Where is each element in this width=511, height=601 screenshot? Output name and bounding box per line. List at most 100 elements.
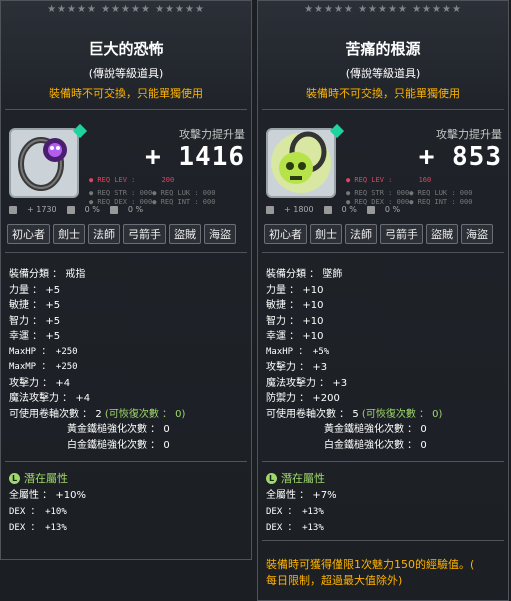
item-tooltip-giant-horror: ★★★★★ ★★★★★ ★★★★★ 巨大的恐怖 (傳說等級道具) 裝備時不可交換… bbox=[0, 0, 252, 560]
job-list: 初心者 劍士 法師 弓箭手 盜賊 海盜 bbox=[258, 224, 508, 244]
stat-scroll-slots: 可使用卷軸次數 ： 5 (可恢復次數 ： 0) bbox=[266, 407, 500, 423]
item-tooltip-source-of-pain: ★★★★★ ★★★★★ ★★★★★ 苦痛的根源 (傳說等級道具) 裝備時不可交換… bbox=[257, 0, 509, 601]
charm-note-line-2: 每日限制，超過最大值除外) bbox=[266, 574, 403, 587]
stat-attack: 攻擊力 ： +3 bbox=[266, 362, 328, 373]
stat-category: 裝備分類 ： 墜飾 bbox=[266, 269, 343, 280]
mini-stats: + 1730 0 % 0 % bbox=[9, 205, 143, 214]
divider bbox=[262, 461, 504, 462]
stat-str: 力量 ： +5 bbox=[9, 284, 61, 296]
divider bbox=[262, 252, 504, 253]
charm-exp-note: 裝備時可獲得僅限1次魅力150的經驗值。( 每日限制，超過最大值除外) bbox=[258, 551, 508, 595]
attack-gain-label: 攻擊力提升量 bbox=[179, 128, 245, 141]
job-mage: 法師 bbox=[88, 224, 120, 244]
attack-gain-value: + 1416 bbox=[145, 142, 245, 172]
job-list: 初心者 劍士 法師 弓箭手 盜賊 海盜 bbox=[1, 224, 251, 244]
req-level-value: 160 bbox=[418, 176, 432, 184]
mini-stat-percent-a: 0 % bbox=[84, 205, 100, 214]
scroll-slots-text: 可使用卷軸次數 ： 5 bbox=[266, 408, 359, 420]
potential-grade-icon: L bbox=[266, 472, 277, 484]
req-level: ● REQ LEV : 160 bbox=[346, 176, 431, 184]
potential-line-3: DEX ： +13% bbox=[266, 523, 324, 533]
req-level-label: ● REQ LEV : bbox=[346, 176, 393, 184]
sword-icon bbox=[266, 205, 274, 214]
equip-warning: 裝備時不可交換，只能單獨使用 bbox=[306, 87, 460, 100]
job-beginner: 初心者 bbox=[7, 224, 50, 244]
job-bowman: 弓箭手 bbox=[123, 224, 166, 244]
potential-grade-icon: L bbox=[9, 472, 20, 484]
job-pirate: 海盜 bbox=[461, 224, 493, 244]
potential-lines: 全屬性 ： +10% DEX ： +10% DEX ： +13% bbox=[1, 486, 251, 536]
potential-header: L 潛在屬性 bbox=[258, 470, 508, 486]
scroll-slots-text: 可使用卷軸次數 ： 2 bbox=[9, 408, 102, 420]
equip-warning: 裝備時不可交換，只能單獨使用 bbox=[49, 87, 203, 100]
job-thief: 盜賊 bbox=[426, 224, 458, 244]
potential-line-1: 全屬性 ： +7% bbox=[266, 490, 337, 501]
potential-lines: 全屬性 ： +7% DEX ： +13% DEX ： +13% bbox=[258, 486, 508, 536]
item-grade: (傳說等級道具) bbox=[88, 67, 164, 80]
stat-platinum-hammer: 白金鐵槌強化次數 ： 0 bbox=[324, 439, 427, 451]
item-summary: 攻擊力提升量 + 1416 ● REQ LEV : 200 ● REQ STR … bbox=[1, 118, 251, 210]
mini-stat-attack: + 1730 bbox=[27, 205, 57, 214]
stat-defense: 防禦力 ： +200 bbox=[266, 393, 340, 404]
job-beginner: 初心者 bbox=[264, 224, 307, 244]
stat-magic-attack: 魔法攻擊力 ： +3 bbox=[266, 377, 348, 389]
item-title: 苦痛的根源 bbox=[345, 40, 421, 58]
req-str-luk: ● REQ STR : 000● REQ LUK : 000 bbox=[346, 189, 473, 197]
stat-dex: 敏捷 ： +10 bbox=[266, 300, 324, 311]
potential-header: L 潛在屬性 bbox=[1, 470, 251, 486]
stat-luk: 幸運 ： +10 bbox=[266, 331, 324, 342]
item-summary: 攻擊力提升量 + 853 ● REQ LEV : 160 ● REQ STR :… bbox=[258, 118, 508, 210]
potential-line-3: DEX ： +13% bbox=[9, 523, 67, 533]
job-thief: 盜賊 bbox=[169, 224, 201, 244]
stat-attack: 攻擊力 ： +4 bbox=[9, 377, 71, 389]
sword-icon bbox=[9, 205, 17, 214]
item-title: 巨大的恐怖 bbox=[88, 40, 164, 58]
stat-category: 裝備分類 ： 戒指 bbox=[9, 269, 86, 280]
shield-icon bbox=[109, 205, 118, 214]
star-force-row: ★★★★★ ★★★★★ ★★★★★ bbox=[47, 4, 205, 15]
potential-line-1: 全屬性 ： +10% bbox=[9, 490, 86, 501]
job-mage: 法師 bbox=[345, 224, 377, 244]
job-warrior: 劍士 bbox=[53, 224, 85, 244]
req-level: ● REQ LEV : 200 bbox=[89, 176, 174, 184]
mini-stat-percent-a: 0 % bbox=[341, 205, 357, 214]
job-pirate: 海盜 bbox=[204, 224, 236, 244]
attack-gain-value: + 853 bbox=[418, 142, 502, 172]
stat-gold-hammer: 黃金鐵槌強化次數 ： 0 bbox=[67, 424, 170, 435]
stat-maxhp: MaxHP ： +250 bbox=[9, 346, 78, 357]
stat-gold-hammer: 黃金鐵槌強化次數 ： 0 bbox=[324, 424, 427, 435]
mini-stats: + 1800 0 % 0 % bbox=[266, 205, 400, 214]
potential-line-2: DEX ： +10% bbox=[9, 507, 67, 517]
stat-luk: 幸運 ： +5 bbox=[9, 331, 61, 342]
scroll-recover-text: (可恢復次數 ： 0) bbox=[361, 408, 443, 420]
stat-maxmp: MaxMP ： +250 bbox=[9, 362, 78, 372]
stat-int: 智力 ： +5 bbox=[9, 315, 61, 327]
star-force-row: ★★★★★ ★★★★★ ★★★★★ bbox=[304, 4, 462, 15]
job-bowman: 弓箭手 bbox=[380, 224, 423, 244]
shield-icon bbox=[366, 205, 375, 214]
stat-str: 力量 ： +10 bbox=[266, 284, 324, 296]
mini-stat-attack: + 1800 bbox=[284, 205, 314, 214]
stat-platinum-hammer: 白金鐵槌強化次數 ： 0 bbox=[67, 439, 170, 451]
potential-title: 潛在屬性 bbox=[281, 472, 325, 485]
ring-icon bbox=[9, 123, 88, 198]
potential-line-2: DEX ： +13% bbox=[266, 507, 324, 517]
req-level-value: 200 bbox=[161, 176, 175, 184]
stat-dex: 敏捷 ： +5 bbox=[9, 300, 61, 311]
divider bbox=[5, 109, 247, 110]
stat-magic-attack: 魔法攻擊力 ： +4 bbox=[9, 393, 91, 404]
charm-note-line-1: 裝備時可獲得僅限1次魅力150的經驗值。( bbox=[266, 558, 475, 571]
skull-pendant-icon bbox=[266, 123, 345, 198]
potential-title: 潛在屬性 bbox=[24, 472, 68, 485]
stat-scroll-slots: 可使用卷軸次數 ： 2 (可恢復次數 ： 0) bbox=[9, 407, 243, 423]
stat-maxhp: MaxHP ： +5% bbox=[266, 346, 330, 357]
upgrade-icon bbox=[323, 205, 332, 214]
stat-int: 智力 ： +10 bbox=[266, 315, 324, 327]
item-stats: 裝備分類 ： 戒指 力量 ： +5 敏捷 ： +5 智力 ： +5 幸運 ： +… bbox=[1, 261, 251, 453]
item-stats: 裝備分類 ： 墜飾 力量 ： +10 敏捷 ： +10 智力 ： +10 幸運 … bbox=[258, 261, 508, 453]
item-grade: (傳說等級道具) bbox=[345, 67, 421, 80]
job-warrior: 劍士 bbox=[310, 224, 342, 244]
divider bbox=[262, 109, 504, 110]
req-str-luk: ● REQ STR : 000● REQ LUK : 000 bbox=[89, 189, 216, 197]
mini-stat-percent-b: 0 % bbox=[384, 205, 401, 214]
